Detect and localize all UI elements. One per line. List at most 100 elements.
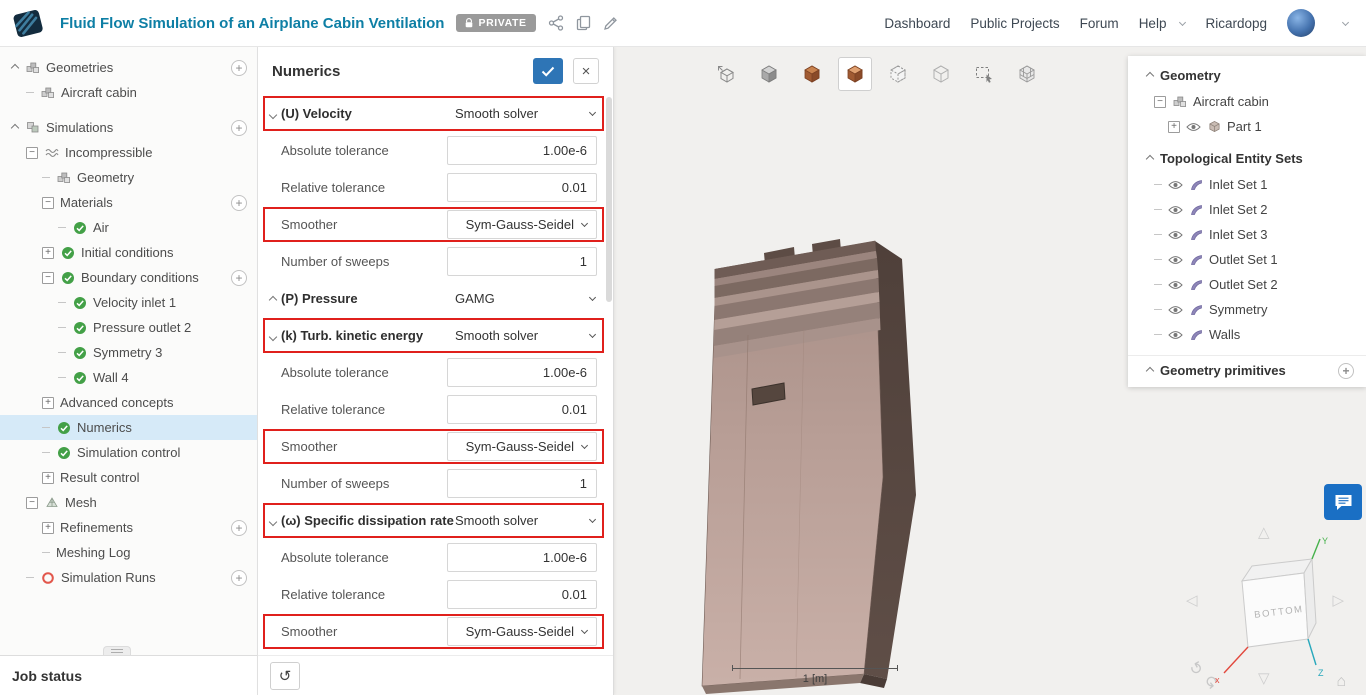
scrollbar-thumb[interactable] [606,97,612,302]
tree-expand-icon[interactable]: + [1168,120,1180,133]
ghost-view-button[interactable] [881,57,915,91]
wireframe-view-button[interactable] [924,57,958,91]
visibility-eye-icon[interactable] [1168,230,1183,240]
scene-item-part-1[interactable]: + Part 1 [1128,114,1366,139]
tree-collapse-icon[interactable]: − [1154,95,1166,108]
nav-public-projects[interactable]: Public Projects [970,16,1059,31]
sidebar-item-air[interactable]: Air [0,215,257,240]
scene-item-outlet-set-1[interactable]: Outlet Set 1 [1128,247,1366,272]
input-field[interactable]: 1 [447,469,597,498]
sidebar-item-geometries[interactable]: Geometries + [0,55,257,80]
sidebar-item-boundary-conditions[interactable]: − Boundary conditions + [0,265,257,290]
solver-select[interactable]: Smooth solver [455,513,597,528]
add-button[interactable]: + [231,519,247,536]
scene-item-inlet-set-2[interactable]: Inlet Set 2 [1128,197,1366,222]
visibility-eye-icon[interactable] [1168,255,1183,265]
sidebar-item-initial-conditions[interactable]: + Initial conditions [0,240,257,265]
select-field[interactable]: Sym-Gauss-Seidel [447,432,597,461]
edit-icon[interactable] [603,16,618,31]
input-field[interactable]: 0.01 [447,580,597,609]
tree-expand-icon[interactable]: + [42,471,54,484]
duplicate-icon[interactable] [576,15,591,31]
row-expander[interactable] [268,327,281,345]
job-status-bar[interactable]: Job status [0,655,257,695]
visibility-eye-icon[interactable] [1186,122,1201,132]
sidebar-item-symmetry-3[interactable]: Symmetry 3 [0,340,257,365]
chat-button[interactable] [1324,484,1362,520]
select-field[interactable]: Sym-Gauss-Seidel [447,617,597,646]
scene-section-topological-entity-sets[interactable]: Topological Entity Sets [1128,145,1366,172]
scene-item-inlet-set-1[interactable]: Inlet Set 1 [1128,172,1366,197]
sidebar-item-pressure-outlet-2[interactable]: Pressure outlet 2 [0,315,257,340]
close-button[interactable]: × [573,58,599,84]
user-avatar[interactable] [1287,9,1315,37]
model-aircraft-cabin[interactable] [644,227,944,695]
input-field[interactable]: 1.00e-6 [447,358,597,387]
solver-select[interactable]: GAMG [455,291,597,306]
add-button[interactable]: + [1338,362,1354,379]
simscale-logo-icon[interactable] [8,8,48,38]
sidebar-item-velocity-inlet-1[interactable]: Velocity inlet 1 [0,290,257,315]
input-field[interactable]: 0.01 [447,395,597,424]
tree-expand-icon[interactable]: + [42,396,54,409]
share-icon[interactable] [548,15,564,31]
visibility-eye-icon[interactable] [1168,280,1183,290]
tree-expand-icon[interactable]: + [42,246,54,259]
scene-item-aircraft-cabin[interactable]: − Aircraft cabin [1128,89,1366,114]
scene-item-walls[interactable]: Walls [1128,322,1366,347]
scene-section-geometry-primitives[interactable]: Geometry primitives + [1128,355,1366,385]
row-expander[interactable] [268,512,281,530]
add-button[interactable]: + [231,119,247,136]
scene-item-inlet-set-3[interactable]: Inlet Set 3 [1128,222,1366,247]
add-button[interactable]: + [231,59,247,76]
add-button[interactable]: + [231,569,247,586]
sidebar-item-result-control[interactable]: + Result control [0,465,257,490]
surface-select-button[interactable] [838,57,872,91]
sidebar-item-simulations[interactable]: Simulations + [0,115,257,140]
input-field[interactable]: 1.00e-6 [447,543,597,572]
input-field[interactable]: 1 [447,247,597,276]
solver-select[interactable]: Smooth solver [455,328,597,343]
viewport-3d[interactable]: 1 [m] △ ◁ ▷ ▽ ↺ ↻ ⌂ BOTTOM Y x Z Geometr… [614,47,1366,695]
input-field[interactable]: 1.00e-6 [447,136,597,165]
sidebar-item-wall-4[interactable]: Wall 4 [0,365,257,390]
tree-expand-icon[interactable]: + [42,521,54,534]
nav-ricardopg[interactable]: Ricardopg [1205,16,1267,31]
sidebar-item-meshing-log[interactable]: Meshing Log [0,540,257,565]
add-button[interactable]: + [231,269,247,286]
visibility-eye-icon[interactable] [1168,205,1183,215]
sidebar-item-simulation-control[interactable]: Simulation control [0,440,257,465]
orientation-cube[interactable]: BOTTOM Y x Z [1194,535,1344,695]
apply-button[interactable] [533,58,563,84]
scene-item-outlet-set-2[interactable]: Outlet Set 2 [1128,272,1366,297]
row-expander[interactable] [268,290,281,308]
nav-forum[interactable]: Forum [1080,16,1119,31]
visibility-eye-icon[interactable] [1168,330,1183,340]
sidebar-collapse-handle[interactable] [103,646,131,655]
nav-dashboard[interactable]: Dashboard [884,16,950,31]
scene-section-geometry[interactable]: Geometry [1128,62,1366,89]
tree-collapse-icon[interactable]: − [42,271,54,284]
fit-view-button[interactable] [709,57,743,91]
sidebar-item-materials[interactable]: − Materials + [0,190,257,215]
tree-collapse-icon[interactable]: − [26,146,38,159]
tree-collapse-icon[interactable]: − [42,196,54,209]
sidebar-item-mesh[interactable]: − Mesh [0,490,257,515]
add-button[interactable]: + [231,194,247,211]
solid-view-button[interactable] [795,57,829,91]
visibility-eye-icon[interactable] [1168,305,1183,315]
sidebar-item-geometry[interactable]: Geometry [0,165,257,190]
solver-select[interactable]: Smooth solver [455,106,597,121]
shaded-view-button[interactable] [752,57,786,91]
scene-item-symmetry[interactable]: Symmetry [1128,297,1366,322]
box-select-button[interactable] [967,57,1001,91]
sidebar-item-refinements[interactable]: + Refinements + [0,515,257,540]
input-field[interactable]: 0.01 [447,173,597,202]
row-expander[interactable] [268,105,281,123]
sidebar-item-aircraft-cabin[interactable]: Aircraft cabin [0,80,257,105]
sidebar-item-advanced-concepts[interactable]: + Advanced concepts [0,390,257,415]
tree-collapse-icon[interactable]: − [26,496,38,509]
sidebar-item-simulation-runs[interactable]: Simulation Runs + [0,565,257,590]
visibility-eye-icon[interactable] [1168,180,1183,190]
select-field[interactable]: Sym-Gauss-Seidel [447,210,597,239]
